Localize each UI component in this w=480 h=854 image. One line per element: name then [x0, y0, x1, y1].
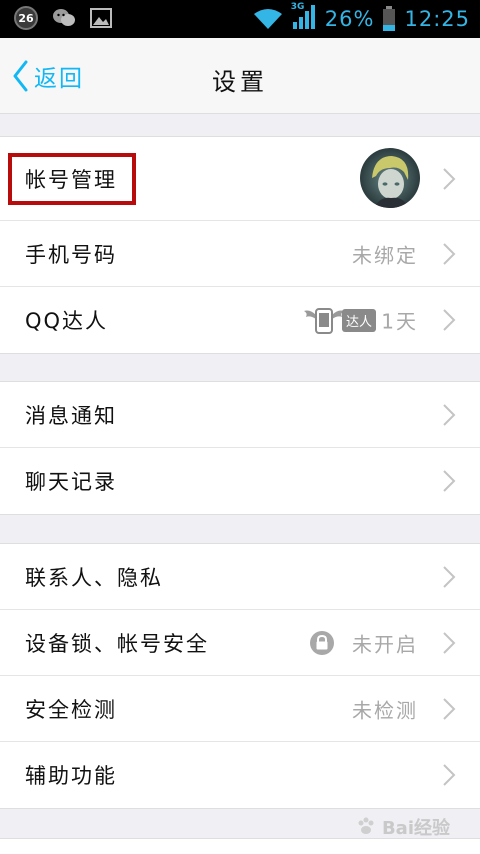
daren-badge-label: 达人 [341, 308, 376, 332]
chevron-right-icon [443, 403, 456, 426]
row-label: 设备锁、帐号安全 [25, 631, 209, 656]
row-label: 联系人、隐私 [25, 565, 163, 590]
wifi-icon [253, 9, 282, 29]
settings-row-accessibility[interactable]: 辅助功能 [0, 742, 480, 808]
row-label: 消息通知 [25, 403, 117, 428]
settings-row-contacts-privacy[interactable]: 联系人、隐私 [0, 544, 480, 610]
settings-group-messages: 消息通知 聊天记录 [0, 381, 480, 515]
row-label: 聊天记录 [25, 470, 117, 494]
settings-row-security-check[interactable]: 安全检测 未检测 [0, 676, 480, 742]
settings-row-device-lock[interactable]: 设备锁、帐号安全 未开启 [0, 610, 480, 676]
settings-row-chat-history[interactable]: 聊天记录 [0, 448, 480, 514]
row-value: 未开启 [352, 632, 418, 656]
chevron-right-icon [443, 631, 456, 654]
nav-bar: 返回 设置 [0, 38, 480, 114]
watermark-text: Bai经验 [381, 818, 450, 839]
daren-badge: 达人 [302, 305, 376, 335]
row-value: 1天 [381, 309, 418, 334]
lock-icon [310, 630, 334, 655]
settings-group-next-partial [0, 838, 480, 854]
paw-icon [358, 817, 374, 834]
chevron-right-icon [443, 697, 456, 720]
chevron-right-icon [443, 565, 456, 588]
row-value: 未检测 [352, 698, 418, 722]
settings-row-qq-daren[interactable]: QQ达人 达人 1天 [0, 287, 480, 353]
row-value: 未绑定 [352, 243, 418, 267]
network-type: 3G [290, 2, 305, 12]
notification-count-badge: 26 [14, 6, 38, 30]
battery-icon [383, 6, 396, 31]
row-label: 安全检测 [25, 697, 117, 722]
settings-group-privacy-security: 联系人、隐私 设备锁、帐号安全 未开启 安全检测 未检测 辅助功能 [0, 543, 480, 809]
avatar [360, 148, 420, 208]
wechat-icon [53, 9, 75, 26]
settings-row-phone-number[interactable]: 手机号码 未绑定 [0, 221, 480, 287]
settings-group-account: 帐号管理 手机号码 未绑定 QQ达人 达人 1天 [0, 136, 480, 354]
page-title: 设置 [212, 68, 268, 96]
row-label: QQ达人 [25, 309, 109, 333]
settings-row-account-management[interactable]: 帐号管理 [0, 137, 480, 221]
chevron-right-icon [443, 470, 456, 492]
battery-percent: 26% [324, 7, 375, 31]
status-bar: 26 3G 26% 12:25 [0, 0, 480, 38]
chevron-right-icon [443, 167, 456, 190]
row-label: 辅助功能 [25, 764, 117, 788]
highlight-annotation [8, 153, 136, 205]
clock: 12:25 [404, 7, 470, 31]
winged-phone-icon [303, 308, 344, 334]
chevron-right-icon [443, 242, 456, 265]
signal-icon: 3G [290, 2, 317, 34]
chevron-right-icon [443, 764, 456, 786]
chevron-right-icon [443, 309, 456, 331]
image-icon [90, 8, 112, 28]
watermark: Bai经验 [356, 814, 450, 840]
settings-row-notifications[interactable]: 消息通知 [0, 382, 480, 448]
row-label: 手机号码 [25, 242, 117, 267]
